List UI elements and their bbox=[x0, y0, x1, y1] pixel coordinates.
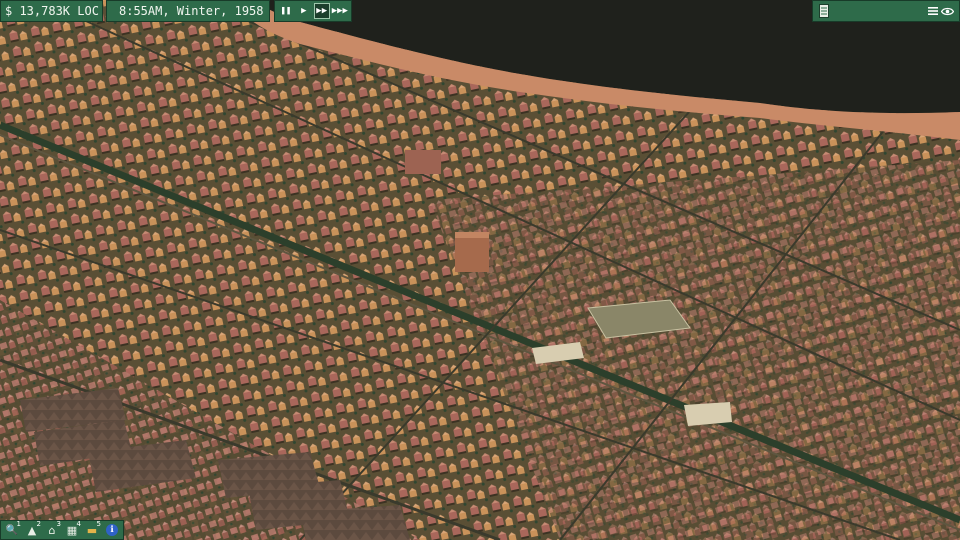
house-icon: ⌂ bbox=[48, 523, 56, 537]
tool-bar: 🔍 1 ▲ 2 ⌂ 3 ▦ 4 ▬ 5 ℹ bbox=[0, 520, 124, 540]
tool-badge: 2 bbox=[36, 520, 41, 528]
tool-badge: 4 bbox=[76, 520, 81, 528]
simulation-speed-controls: ❚❚ ▶ ▶▶ ▶▶▶ bbox=[274, 0, 352, 22]
tall-building-roof bbox=[455, 232, 489, 238]
info-tool-button[interactable]: ℹ bbox=[103, 522, 121, 538]
info-icon: ℹ bbox=[106, 524, 118, 536]
tool-badge: 1 bbox=[16, 520, 21, 528]
money-display[interactable]: $ 13,783K LOC bbox=[0, 0, 103, 22]
zone-tool-button[interactable]: ⌂ 3 bbox=[43, 520, 62, 538]
date-time-label: 8:55AM, Winter, 1958 bbox=[119, 4, 264, 18]
play-button[interactable]: ▶ bbox=[296, 3, 312, 19]
bulldozer-icon: ▲ bbox=[27, 523, 37, 537]
notebook-icon bbox=[819, 4, 829, 18]
date-time-display: 8:55AM, Winter, 1958 bbox=[106, 0, 270, 22]
eye-icon bbox=[940, 7, 954, 15]
pause-icon: ❚❚ bbox=[280, 6, 292, 16]
view-toggle-button[interactable] bbox=[939, 3, 955, 19]
pause-button[interactable]: ❚❚ bbox=[278, 3, 294, 19]
notebook-button[interactable] bbox=[817, 3, 831, 19]
fastest-forward-button[interactable]: ▶▶▶ bbox=[332, 3, 348, 19]
money-label: $ 13,783K LOC bbox=[5, 4, 99, 18]
menu-icon bbox=[928, 7, 938, 15]
transit-tool-button[interactable]: ▬ 5 bbox=[83, 520, 101, 538]
fast-forward-button[interactable]: ▶▶ bbox=[313, 3, 330, 19]
play-icon: ▶ bbox=[301, 6, 307, 16]
bulldoze-tool-button[interactable]: ▲ 2 bbox=[23, 520, 41, 538]
top-right-menu bbox=[812, 0, 960, 22]
industry-tool-button[interactable]: ▦ 4 bbox=[63, 520, 81, 538]
building bbox=[405, 150, 441, 174]
tool-badge: 5 bbox=[96, 520, 101, 528]
fast-forward-icon: ▶▶ bbox=[316, 6, 328, 16]
main-menu-button[interactable] bbox=[927, 3, 939, 19]
fastest-forward-icon: ▶▶▶ bbox=[331, 6, 348, 16]
city-viewport[interactable] bbox=[0, 0, 960, 540]
zoom-tool-button[interactable]: 🔍 1 bbox=[3, 520, 21, 538]
tool-badge: 3 bbox=[56, 520, 61, 528]
plaza bbox=[684, 402, 732, 426]
